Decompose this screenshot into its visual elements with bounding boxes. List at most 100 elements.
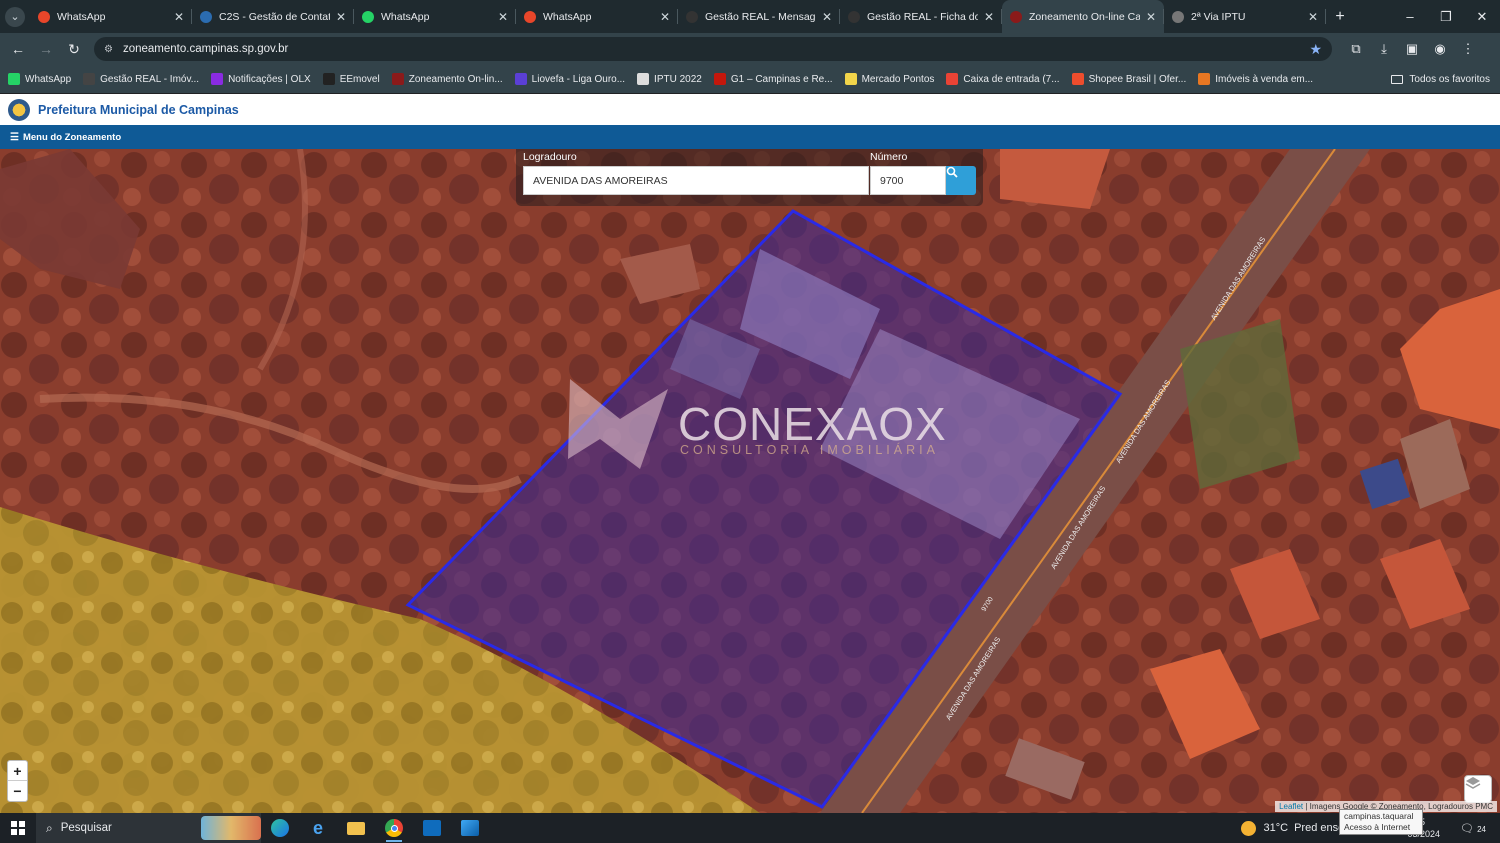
tab-close-icon[interactable]: ✕	[1146, 10, 1156, 24]
address-bar[interactable]: ⚙ zoneamento.campinas.sp.gov.br ★	[94, 37, 1332, 61]
tab-favicon-icon	[38, 10, 50, 23]
city-crest-logo	[8, 98, 30, 121]
site-header: Prefeitura Municipal de Campinas	[0, 94, 1500, 125]
sun-icon	[1240, 820, 1256, 836]
bookmark-item[interactable]: IPTU 2022	[637, 73, 702, 85]
taskbar-search[interactable]: ⌕ Pesquisar	[36, 813, 261, 843]
bookmark-label: Caixa de entrada (7...	[963, 73, 1060, 85]
bookmark-favicon-icon	[1071, 73, 1084, 85]
outlook-icon[interactable]	[413, 813, 451, 843]
tab-close-icon[interactable]: ✕	[498, 10, 508, 24]
bookmark-favicon-icon	[8, 73, 20, 85]
temperature: 31°C	[1263, 822, 1289, 834]
chrome-icon[interactable]	[375, 813, 413, 843]
browser-tab[interactable]: Gestão REAL - Ficha do im ✕	[840, 0, 1002, 33]
browser-tab[interactable]: WhatsApp ✕	[516, 0, 678, 33]
browser-tab[interactable]: WhatsApp ✕	[30, 0, 192, 33]
notification-center[interactable]: 🗨 24	[1460, 822, 1486, 835]
bookmark-favicon-icon	[637, 73, 650, 85]
taskbar-search-placeholder: Pesquisar	[60, 822, 112, 834]
browser-menu-icon[interactable]: ⋮	[1454, 41, 1482, 57]
download-icon[interactable]: ⤓	[1370, 41, 1398, 57]
tab-title: WhatsApp	[57, 10, 106, 23]
photos-icon[interactable]	[451, 813, 489, 843]
tab-search-button[interactable]: ⌄	[0, 0, 30, 33]
minimize-button[interactable]: –	[1392, 9, 1428, 25]
edge-icon[interactable]	[261, 813, 299, 843]
search-icon: ⌕	[46, 820, 53, 835]
bookmark-label: Notificações | OLX	[228, 73, 311, 85]
tab-close-icon[interactable]: ✕	[336, 10, 346, 24]
bookmark-item[interactable]: WhatsApp	[8, 73, 71, 85]
bookmark-label: G1 – Campinas e Re...	[730, 73, 833, 85]
tab-close-icon[interactable]: ✕	[822, 10, 832, 24]
leaflet-link[interactable]: Leaflet	[1279, 802, 1303, 811]
extensions-icon[interactable]: ⧉	[1342, 41, 1370, 57]
bookmark-item[interactable]: Shopee Brasil | Ofer...	[1071, 73, 1186, 85]
reload-icon[interactable]: ↻	[60, 41, 88, 58]
zoning-map[interactable]: CONEXAOX CONSULTORIA IMOBILIÁRIA AVENIDA…	[0, 149, 1500, 813]
new-tab-button[interactable]: +	[1326, 8, 1354, 26]
file-explorer-icon[interactable]	[337, 813, 375, 843]
bookmark-favicon-icon	[83, 73, 96, 85]
bookmark-item[interactable]: EEmovel	[322, 73, 380, 85]
tab-favicon-icon	[686, 10, 698, 23]
zoom-in-button[interactable]: +	[8, 761, 27, 781]
side-panel-icon[interactable]: ▣	[1398, 41, 1426, 57]
tab-favicon-icon	[362, 10, 374, 23]
tab-favicon-icon	[1172, 10, 1184, 23]
bookmark-item[interactable]: Notificações | OLX	[211, 73, 311, 85]
tab-title: C2S - Gestão de Contatos	[219, 10, 330, 23]
site-title[interactable]: Prefeitura Municipal de Campinas	[38, 103, 239, 117]
browser-tab[interactable]: WhatsApp ✕	[354, 0, 516, 33]
hamburger-menu-icon[interactable]: ☰	[10, 132, 19, 143]
bookmark-item[interactable]: Mercado Pontos	[844, 73, 935, 85]
all-bookmarks-button[interactable]: Todos os favoritos	[1391, 74, 1490, 85]
bookmark-item[interactable]: Zoneamento On-lin...	[391, 73, 503, 85]
browser-tab[interactable]: C2S - Gestão de Contatos ✕	[192, 0, 354, 33]
zoom-out-button[interactable]: −	[8, 781, 27, 801]
window-controls: – ❐ ✕	[1392, 9, 1500, 25]
restore-button[interactable]: ❐	[1428, 9, 1464, 25]
network-tooltip: campinas.taquaral Acesso à Internet	[1339, 809, 1423, 835]
street-field-label: Logradouro	[523, 151, 577, 163]
layers-icon	[1465, 777, 1481, 789]
zoning-menu-label[interactable]: Menu do Zoneamento	[23, 132, 121, 143]
bookmark-favicon-icon	[211, 73, 224, 85]
browser-tab[interactable]: 2ª Via IPTU ✕	[1164, 0, 1326, 33]
bookmark-item[interactable]: Imóveis à venda em...	[1198, 73, 1313, 85]
forward-arrow-icon[interactable]: →	[32, 41, 60, 57]
bookmark-item[interactable]: Liovefa - Liga Ouro...	[514, 73, 625, 85]
watermark-subtitle: CONSULTORIA IMOBILIÁRIA	[680, 443, 939, 457]
close-window-button[interactable]: ✕	[1464, 9, 1500, 25]
browser-tab[interactable]: Gestão REAL - Mensagens ✕	[678, 0, 840, 33]
browser-tab-bar: ⌄ WhatsApp ✕ C2S - Gestão de Contatos ✕ What…	[0, 0, 1500, 33]
tab-close-icon[interactable]: ✕	[660, 10, 670, 24]
tab-close-icon[interactable]: ✕	[984, 10, 994, 24]
back-arrow-icon[interactable]: ←	[4, 41, 32, 57]
street-input[interactable]: AVENIDA DAS AMOREIRAS	[523, 166, 869, 195]
number-field-label: Número	[870, 151, 908, 163]
bookmark-star-icon[interactable]: ★	[1309, 41, 1322, 58]
layers-button[interactable]	[1464, 775, 1492, 803]
browser-tab[interactable]: Zoneamento On-line Cam ✕	[1002, 0, 1164, 33]
bookmark-item[interactable]: G1 – Campinas e Re...	[713, 73, 833, 85]
number-input[interactable]: 9700	[870, 166, 946, 195]
site-info-icon[interactable]: ⚙	[104, 44, 113, 55]
bookmark-favicon-icon	[844, 73, 857, 85]
profile-avatar-icon[interactable]: ◉	[1426, 41, 1454, 57]
search-button[interactable]	[946, 166, 976, 195]
tab-title: Gestão REAL - Mensagens	[705, 10, 816, 23]
tab-close-icon[interactable]: ✕	[1308, 10, 1318, 24]
bookmark-favicon-icon	[1198, 73, 1211, 85]
bookmark-label: Mercado Pontos	[861, 73, 935, 85]
zoning-menu-bar[interactable]: ☰ Menu do Zoneamento	[0, 125, 1500, 149]
bookmark-item[interactable]: Gestão REAL - Imóv...	[83, 73, 199, 85]
bookmark-item[interactable]: Caixa de entrada (7...	[946, 73, 1060, 85]
internet-explorer-icon[interactable]: e	[299, 813, 337, 843]
bookmark-label: Imóveis à venda em...	[1215, 73, 1314, 85]
folder-icon	[1391, 74, 1404, 84]
start-button[interactable]	[0, 821, 36, 835]
tab-close-icon[interactable]: ✕	[174, 10, 184, 24]
tab-favicon-icon	[848, 10, 860, 23]
